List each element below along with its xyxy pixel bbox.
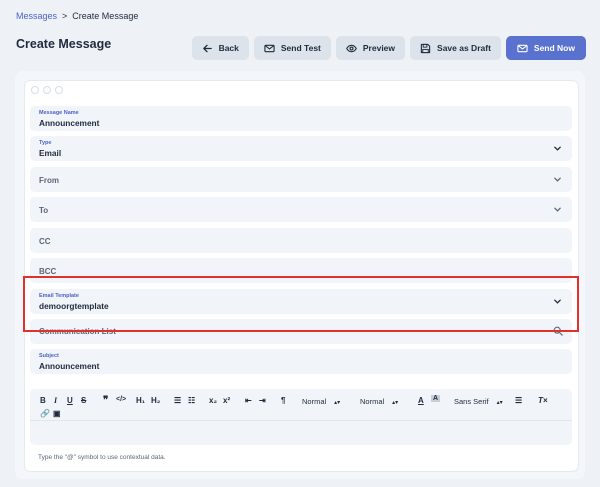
send-test-button-label: Send Test xyxy=(280,43,321,53)
save-draft-button-label: Save as Draft xyxy=(437,43,491,53)
send-now-button[interactable]: Send Now xyxy=(505,36,586,60)
heading-select[interactable]: Normal ▴▾ xyxy=(302,397,340,406)
editor-toolbar: B I U S ❞ </> H₁ H₂ ☰ ☷ x₂ x² ⇤ ⇥ ¶ Norm… xyxy=(38,393,564,423)
eye-icon xyxy=(345,44,357,52)
to-select[interactable]: To xyxy=(30,197,572,222)
font-select-value: Sans Serif xyxy=(454,397,489,406)
select-caret-icon: ▴▾ xyxy=(392,400,399,406)
subscript-icon[interactable]: x₂ xyxy=(209,396,217,405)
image-icon[interactable]: ▣ xyxy=(53,409,61,418)
bold-icon[interactable]: B xyxy=(40,396,46,405)
to-placeholder: To xyxy=(39,206,49,215)
indent-icon[interactable]: ⇥ xyxy=(259,396,266,405)
select-caret-icon: ▴▾ xyxy=(496,400,503,406)
window-dot xyxy=(31,86,39,94)
editor-divider xyxy=(30,420,572,421)
mail-icon xyxy=(264,44,275,52)
send-now-button-label: Send Now xyxy=(533,43,575,53)
send-test-button[interactable]: Send Test xyxy=(253,36,331,60)
window-dot xyxy=(55,86,63,94)
preview-button[interactable]: Preview xyxy=(335,36,406,60)
breadcrumb-link-messages[interactable]: Messages xyxy=(16,11,57,21)
cc-field[interactable]: CC xyxy=(30,228,572,253)
bcc-placeholder: BCC xyxy=(39,267,57,276)
breadcrumb-current: Create Message xyxy=(72,11,139,21)
subject-label: Subject xyxy=(39,353,59,359)
save-draft-button[interactable]: Save as Draft xyxy=(410,36,501,60)
editor-hint: Type the "@" symbol to use contextual da… xyxy=(38,454,166,461)
superscript-icon[interactable]: x² xyxy=(223,396,230,405)
arrow-left-icon xyxy=(202,44,212,52)
clear-format-icon[interactable]: T× xyxy=(538,396,548,405)
underline-icon[interactable]: U xyxy=(67,396,73,405)
type-label: Type xyxy=(39,140,52,146)
message-name-field[interactable]: Message Name Announcement xyxy=(30,106,572,131)
message-name-label: Message Name xyxy=(39,110,79,116)
from-select[interactable]: From xyxy=(30,167,572,192)
size-select-value: Normal xyxy=(360,397,385,406)
heading-select-value: Normal xyxy=(302,397,327,406)
subject-field[interactable]: Subject Announcement xyxy=(30,349,572,374)
outdent-icon[interactable]: ⇤ xyxy=(245,396,252,405)
type-select[interactable]: Type Email xyxy=(30,136,572,161)
breadcrumb-separator: > xyxy=(62,11,68,21)
chevron-down-icon xyxy=(554,207,561,212)
page-title: Create Message xyxy=(16,37,112,51)
back-button[interactable]: Back xyxy=(191,36,249,60)
mail-icon xyxy=(517,44,528,52)
ordered-list-icon[interactable]: ☰ xyxy=(174,396,181,405)
chevron-down-icon xyxy=(554,146,561,151)
breadcrumb: Messages > Create Message xyxy=(16,11,138,21)
size-select[interactable]: Normal ▴▾ xyxy=(360,397,398,406)
cc-placeholder: CC xyxy=(39,237,51,246)
select-caret-icon: ▴▾ xyxy=(334,400,341,406)
highlight-box xyxy=(23,276,579,332)
chevron-down-icon xyxy=(554,177,561,182)
from-placeholder: From xyxy=(39,176,59,185)
rich-text-editor[interactable]: B I U S ❞ </> H₁ H₂ ☰ ☷ x₂ x² ⇤ ⇥ ¶ Norm… xyxy=(30,389,572,445)
back-button-label: Back xyxy=(218,43,239,53)
save-icon xyxy=(420,43,431,53)
window-dot xyxy=(43,86,51,94)
message-name-value: Announcement xyxy=(39,118,100,128)
italic-icon[interactable]: I xyxy=(54,396,57,405)
code-icon[interactable]: </> xyxy=(116,396,126,403)
link-icon[interactable]: 🔗 xyxy=(40,409,50,418)
type-value: Email xyxy=(39,148,62,158)
window-dots xyxy=(31,86,63,94)
bullet-list-icon[interactable]: ☷ xyxy=(188,396,195,405)
heading-1-icon[interactable]: H₁ xyxy=(136,396,145,405)
strikethrough-icon[interactable]: S xyxy=(81,396,86,405)
text-direction-icon[interactable]: ¶ xyxy=(281,396,285,405)
background-color-icon[interactable]: A xyxy=(431,395,441,402)
font-color-icon[interactable]: A xyxy=(418,396,424,405)
font-select[interactable]: Sans Serif ▴▾ xyxy=(454,397,503,406)
blockquote-icon[interactable]: ❞ xyxy=(103,395,108,406)
preview-button-label: Preview xyxy=(362,43,396,53)
subject-value: Announcement xyxy=(39,361,100,371)
align-icon[interactable]: ☰ xyxy=(515,396,522,405)
heading-2-icon[interactable]: H₂ xyxy=(151,396,160,405)
action-toolbar: Back Send Test Preview Save as Draft Sen… xyxy=(191,36,586,60)
